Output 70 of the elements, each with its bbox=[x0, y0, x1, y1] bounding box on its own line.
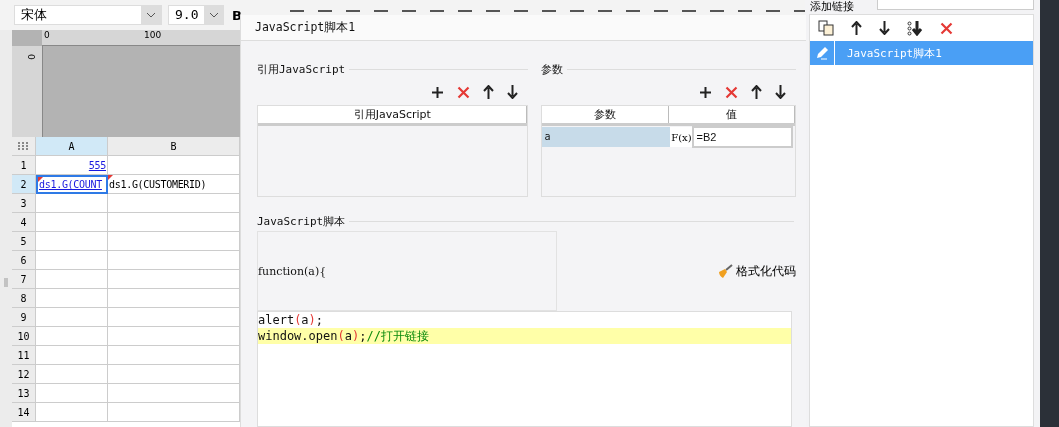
code-editor[interactable]: alert(a); window.open(a);//打开链接 bbox=[257, 311, 792, 427]
column-header: 值 bbox=[668, 106, 795, 123]
arrow-down-icon[interactable] bbox=[775, 85, 786, 99]
font-dropdown[interactable]: 宋体 bbox=[14, 5, 162, 25]
ruler-label: 0 bbox=[44, 30, 50, 40]
input-field[interactable] bbox=[877, 0, 1034, 10]
row-header[interactable]: 7 bbox=[12, 270, 36, 289]
table-cell[interactable] bbox=[36, 194, 108, 213]
row-header[interactable]: 2 bbox=[12, 175, 36, 194]
table-cell[interactable]: 555 bbox=[36, 156, 108, 175]
table-cell[interactable] bbox=[36, 308, 108, 327]
copy-icon[interactable] bbox=[818, 20, 834, 36]
move-to-bottom-icon[interactable] bbox=[907, 20, 923, 36]
dialog-title: JavaScript脚本1 bbox=[241, 15, 806, 41]
row-header[interactable]: 12 bbox=[12, 365, 36, 384]
formula-button[interactable]: F(x) bbox=[670, 127, 693, 147]
value-field[interactable]: =B2 bbox=[692, 126, 793, 148]
row-header[interactable]: 14 bbox=[12, 403, 36, 422]
table-cell[interactable] bbox=[36, 327, 108, 346]
row-header[interactable]: 3 bbox=[12, 194, 36, 213]
table-cell[interactable] bbox=[36, 213, 108, 232]
code-line: alert(a); bbox=[258, 312, 325, 328]
row-header[interactable]: 6 bbox=[12, 251, 36, 270]
row-header[interactable]: 8 bbox=[12, 289, 36, 308]
arrow-down-icon[interactable] bbox=[879, 21, 890, 35]
row-header[interactable]: 1 bbox=[12, 156, 36, 175]
column-header: 引用JavaScript bbox=[258, 106, 528, 123]
ruler-label: 0 bbox=[26, 54, 36, 62]
row-header[interactable]: 9 bbox=[12, 308, 36, 327]
format-code-button[interactable]: 格式化代码 bbox=[717, 263, 796, 279]
ruler-label: 100 bbox=[144, 30, 162, 40]
function-header: function(a){ bbox=[258, 264, 327, 278]
parameter-name[interactable]: a bbox=[542, 127, 671, 147]
arrow-down-icon[interactable] bbox=[507, 85, 519, 99]
section-title: JavaScript脚本 bbox=[257, 213, 346, 229]
row-header[interactable]: 4 bbox=[12, 213, 36, 232]
font-size-dropdown[interactable]: 9.0 bbox=[168, 5, 224, 25]
row-header[interactable]: 11 bbox=[12, 346, 36, 365]
table-cell[interactable] bbox=[36, 270, 108, 289]
add-icon[interactable] bbox=[699, 85, 712, 99]
chevron-down-icon bbox=[208, 12, 219, 18]
broom-icon bbox=[717, 264, 733, 278]
arrow-up-icon[interactable] bbox=[851, 21, 862, 35]
table-cell[interactable] bbox=[36, 384, 108, 403]
row-header[interactable]: 5 bbox=[12, 232, 36, 251]
row-header[interactable]: 10 bbox=[12, 327, 36, 346]
column-header[interactable]: A bbox=[36, 137, 108, 156]
table-cell[interactable] bbox=[36, 289, 108, 308]
arrow-up-icon[interactable] bbox=[751, 85, 762, 99]
table-cell[interactable] bbox=[36, 251, 108, 270]
table-cell[interactable] bbox=[36, 365, 108, 384]
table-cell[interactable] bbox=[36, 232, 108, 251]
delete-icon[interactable] bbox=[457, 85, 471, 99]
table-cell[interactable] bbox=[36, 346, 108, 365]
table-cell[interactable] bbox=[36, 403, 108, 422]
delete-icon[interactable] bbox=[725, 85, 738, 99]
arrow-up-icon[interactable] bbox=[483, 85, 495, 99]
splitter-handle-icon[interactable] bbox=[4, 277, 8, 287]
delete-icon[interactable] bbox=[940, 21, 953, 35]
field-label: 添加链接 bbox=[810, 0, 854, 13]
chevron-down-icon bbox=[146, 12, 156, 18]
table-cell[interactable]: ds1.G(COUNT bbox=[36, 175, 108, 194]
row-header[interactable]: 13 bbox=[12, 384, 36, 403]
select-all-icon[interactable] bbox=[18, 142, 29, 150]
add-icon[interactable] bbox=[431, 85, 445, 99]
pencil-icon bbox=[815, 46, 829, 60]
section-title: 参数 bbox=[541, 61, 564, 77]
section-title: 引用JavaScript bbox=[257, 61, 346, 77]
column-header: 参数 bbox=[542, 106, 669, 123]
column-header[interactable]: B bbox=[108, 137, 240, 156]
